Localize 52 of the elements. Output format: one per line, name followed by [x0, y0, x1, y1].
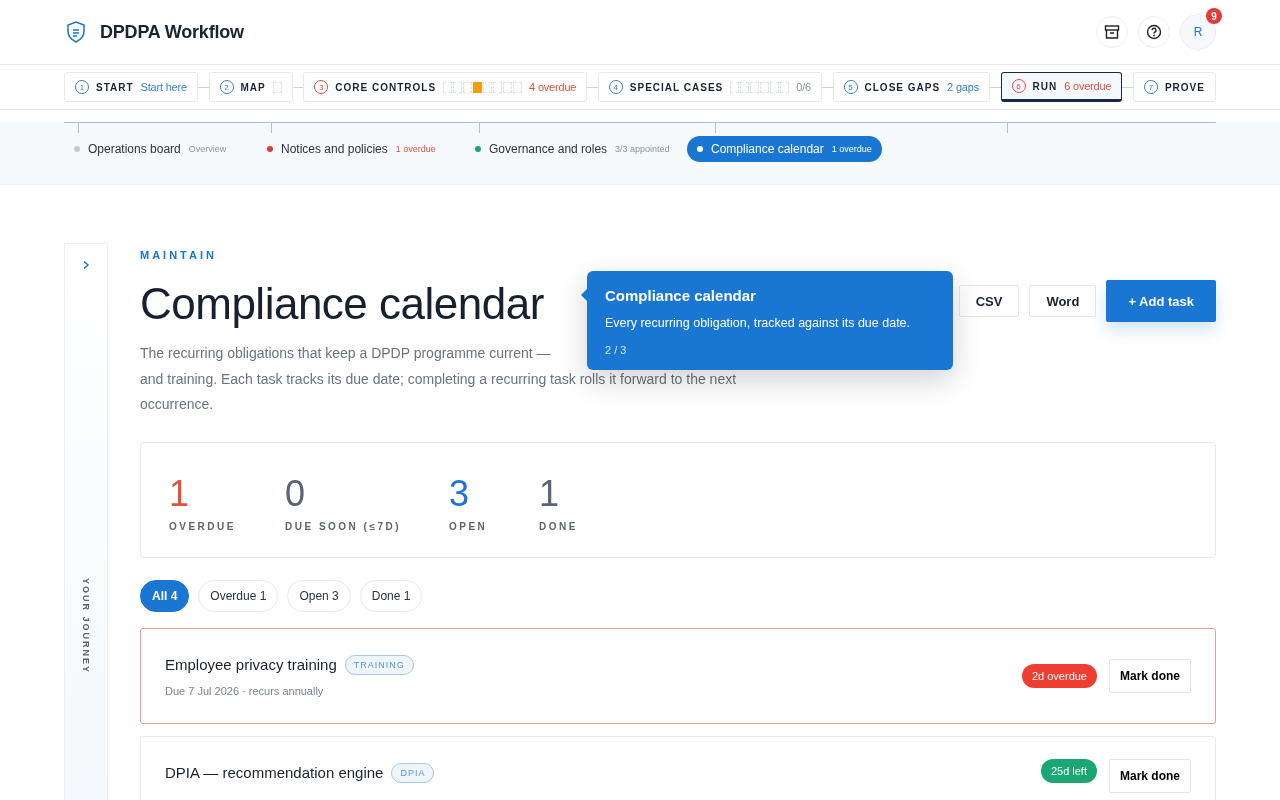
step-tab[interactable]: 7 PROVE: [1132, 72, 1216, 102]
notification-badge: 9: [1206, 8, 1222, 24]
help-button[interactable]: [1138, 16, 1170, 48]
substep-tab[interactable]: Governance and roles 3/3 appointed: [465, 136, 680, 162]
stat-value: 1: [539, 473, 561, 515]
export-button[interactable]: Word: [1029, 285, 1097, 317]
tooltip-text: Every recurring obligation, tracked against its due date.: [605, 316, 912, 330]
archive-button[interactable]: [1096, 16, 1128, 48]
stat-value: 3: [449, 473, 471, 515]
step-tab[interactable]: 5 CLOSE GAPS 2 gaps: [832, 72, 990, 102]
task-tag: DPIA: [391, 762, 435, 783]
section-eyebrow: MAINTAIN: [140, 249, 217, 261]
description-text: and training. Each task tracks its due date; completing a recurring task rolls it forward to the next: [140, 370, 737, 387]
step-tab[interactable]: 3 CORE CONTROLS 4 overdue: [303, 72, 588, 102]
stat-label: OVERDUE: [169, 521, 237, 532]
add-task-button[interactable]: + Add task: [1106, 280, 1216, 322]
step-tab[interactable]: 6 RUN 6 overdue: [1000, 72, 1123, 102]
shield-icon: [66, 21, 86, 43]
stat-label: OPEN: [449, 521, 489, 532]
export-button[interactable]: CSV: [958, 285, 1020, 317]
stat-label: DUE SOON (≤7D): [285, 521, 403, 532]
step-tab[interactable]: 2 MAP: [208, 72, 293, 102]
tooltip-title: Compliance calendar: [605, 287, 757, 304]
step-tab[interactable]: 4 SPECIAL CASES 0/6: [597, 72, 822, 102]
task-meta: Due 7 Jul 2026 · recurs annually: [165, 684, 325, 697]
task-title: DPIA — recommendation engine: [165, 764, 384, 781]
filter-chip[interactable]: Open 3: [287, 579, 351, 612]
mark-done-button[interactable]: Mark done: [1109, 758, 1191, 793]
step-tab[interactable]: 1 START Start here: [64, 72, 198, 102]
tooltip-step: 2 / 3: [605, 344, 935, 356]
stat-value: 0: [285, 473, 307, 515]
app-title: DPDPA Workflow: [100, 21, 244, 43]
page-title: Compliance calendar: [140, 279, 544, 329]
mark-done-button[interactable]: Mark done: [1109, 658, 1191, 693]
archive-icon: [1104, 24, 1120, 40]
substep-tab[interactable]: Notices and policies 1 overdue: [257, 136, 446, 162]
stat-value: 1: [169, 473, 191, 515]
sidebar-label: YOUR JOURNEY: [81, 578, 91, 674]
substep-tab[interactable]: Operations board Overview: [64, 136, 237, 162]
description-text: The recurring obligations that keep a DPDP programme current —: [140, 345, 551, 361]
substep-tab[interactable]: Compliance calendar 1 overdue: [687, 136, 882, 162]
chevron-icon: [81, 260, 91, 270]
status-badge: 2d overdue: [1021, 663, 1097, 688]
description-text: occurrence.: [140, 396, 214, 412]
stat-label: DONE: [539, 521, 578, 532]
help-icon: [1146, 24, 1162, 40]
task-tag: TRAINING: [344, 654, 414, 675]
filter-chip[interactable]: Overdue 1: [198, 579, 279, 612]
filter-chip[interactable]: Done 1: [359, 579, 423, 612]
task-title: Employee privacy training: [165, 656, 337, 673]
status-badge: 25d left: [1040, 758, 1097, 783]
filter-chip[interactable]: All 4: [140, 579, 190, 612]
